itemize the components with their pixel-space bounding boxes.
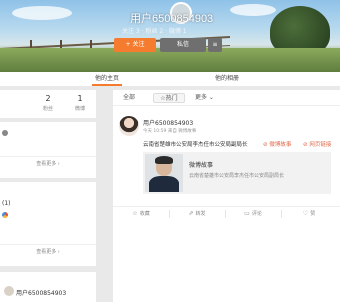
group-card: (1) 查看更多 › xyxy=(0,182,96,266)
stat-fans[interactable]: 2 粉丝 xyxy=(32,94,64,112)
post-avatar[interactable] xyxy=(119,116,139,136)
profile-subtitle: 关注 3 · 粉丝 2 · 微博 1 xyxy=(122,28,187,35)
info-card: 查看更多 › xyxy=(0,122,96,178)
menu-icon: ≡ xyxy=(212,41,218,48)
info-icon xyxy=(2,130,8,136)
story-description: 云南省楚雄市公安局李杰任市公安局副局长 xyxy=(189,173,285,179)
divider xyxy=(0,244,96,245)
group-title: (1) xyxy=(2,200,11,207)
avatar[interactable] xyxy=(4,286,14,296)
profile-name: 用户6500854903 xyxy=(130,13,214,25)
favorite-button[interactable]: ☆ 收藏 xyxy=(113,210,169,217)
tab-album[interactable]: 他的相册 xyxy=(202,72,252,86)
follow-button[interactable]: + 关注 xyxy=(114,38,156,52)
divider xyxy=(0,156,96,157)
view-more-link[interactable]: 查看更多 › xyxy=(0,248,96,255)
forward-button[interactable]: ⇗ 转发 xyxy=(169,210,225,217)
stat-following[interactable] xyxy=(0,94,32,96)
filter-more[interactable]: 更多 ⌄ xyxy=(195,93,214,103)
story-link[interactable]: ⊘ 微博故事 xyxy=(263,140,291,148)
comment-button[interactable]: ▭ 评论 xyxy=(225,210,281,217)
stat-weibo[interactable]: 1 微博 xyxy=(64,94,96,112)
comment-icon: ▭ xyxy=(244,210,250,217)
post-author[interactable]: 用户6500854903 xyxy=(143,118,193,127)
filter-hot[interactable]: ☆热门 xyxy=(153,93,185,103)
feed-filter-bar: 全部 ☆热门 更多 ⌄ xyxy=(113,90,340,106)
feed-panel: 全部 ☆热门 更多 ⌄ 用户6500854903 今天 10:59 来自 微博故… xyxy=(113,90,340,302)
profile-tabs: 他的主页 他的相册 xyxy=(0,72,340,86)
user-card: 用户6500854903 xyxy=(0,272,96,302)
user-name[interactable]: 用户6500854903 xyxy=(16,288,66,297)
story-thumbnail xyxy=(145,154,183,192)
tab-home[interactable]: 他的主页 xyxy=(82,72,132,86)
app-logo-icon xyxy=(2,212,8,218)
thumbs-up-icon: ♡ xyxy=(302,210,309,217)
filter-all[interactable]: 全部 xyxy=(123,93,135,103)
post-text: 云南省楚雄市公安局李杰任市公安局副局长 xyxy=(143,142,248,148)
story-title: 微博故事 xyxy=(189,162,214,169)
post-actions: ☆ 收藏 ⇗ 转发 ▭ 评论 ♡ 赞 xyxy=(113,206,340,220)
star-icon: ☆ xyxy=(132,210,138,217)
post-time: 今天 10:59 来自 微博故事 xyxy=(143,129,197,134)
stats-card: 2 粉丝 1 微博 xyxy=(0,90,96,118)
like-button[interactable]: ♡ 赞 xyxy=(281,210,337,217)
shared-story-card[interactable]: 微博故事 云南省楚雄市公安局李杰任市公安局副局长 xyxy=(143,152,331,194)
view-more-link[interactable]: 查看更多 › xyxy=(0,160,96,167)
more-menu-button[interactable]: ≡ xyxy=(208,38,222,52)
forward-icon: ⇗ xyxy=(188,210,194,217)
web-link[interactable]: ⊘ 网页链接 xyxy=(303,140,331,148)
weibo-profile-page: 用户6500854903 关注 3 · 粉丝 2 · 微博 1 + 关注 私信 … xyxy=(0,0,340,302)
message-button[interactable]: 私信 xyxy=(160,38,206,52)
